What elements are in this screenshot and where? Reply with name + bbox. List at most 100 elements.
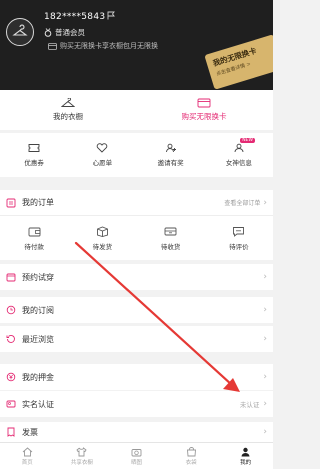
list-item-right: › (263, 305, 267, 315)
list-item-label: 发票 (22, 427, 38, 437)
orders-title: 我的订单 (22, 198, 54, 207)
wallet-icon (28, 227, 41, 236)
member-level[interactable]: 普通会员 (44, 27, 85, 38)
card-icon (48, 42, 57, 50)
order-pending-review-label: 待评价 (229, 242, 249, 251)
id-card-icon (6, 399, 16, 409)
my-wardrobe-button[interactable]: 我的衣橱 (0, 90, 136, 130)
subscription-icon (6, 305, 16, 315)
phone-number: 182****5843 (44, 12, 106, 22)
new-badge: NEW (240, 138, 255, 143)
order-pending-payment[interactable]: 待付款 (0, 216, 68, 260)
tool-invite-label: 邀请有奖 (157, 159, 184, 167)
order-pending-shipment[interactable]: 待发货 (68, 216, 136, 260)
list-item-subscription[interactable]: 我的订阅 › (0, 297, 273, 323)
chevron-right-icon: › (263, 272, 267, 282)
wardrobe-card: 我的衣橱 购买无限换卡 (0, 90, 273, 130)
nav-me-label: 我的 (240, 459, 252, 466)
list-item-recent[interactable]: 最近浏览 › (0, 326, 273, 352)
nav-shared-wardrobe-label: 共享衣橱 (70, 459, 93, 466)
hanger-icon (61, 98, 75, 107)
order-pending-receipt[interactable]: 待收货 (137, 216, 205, 260)
heart-icon (97, 143, 108, 153)
nav-photos[interactable]: 晒图 (109, 443, 164, 469)
membership-card-icon (197, 98, 211, 108)
order-status-bar: 待付款 待发货 待收货 待评价 (0, 216, 273, 260)
list-item-right: › (263, 372, 267, 382)
invite-icon (165, 143, 176, 153)
chevron-right-icon: › (263, 305, 267, 315)
my-wardrobe-label: 我的衣橱 (53, 112, 83, 121)
home-icon (22, 446, 33, 456)
nav-home-label: 首页 (21, 459, 33, 466)
nav-shared-wardrobe[interactable]: 共享衣橱 (55, 443, 110, 469)
truck-icon (164, 227, 177, 235)
list-item-label: 我的订阅 (22, 305, 54, 315)
nav-bag-label: 衣袋 (185, 459, 197, 466)
chevron-right-icon: › (263, 197, 267, 208)
history-icon (6, 334, 16, 344)
orders-header[interactable]: 我的订单 查看全部订单 › (0, 190, 273, 216)
wardrobe-icon (76, 446, 87, 456)
list-item-real-name[interactable]: 实名认证 未认证 › (0, 391, 273, 417)
list-item-invoice[interactable]: 发票 › (0, 422, 273, 442)
flag-icon[interactable] (107, 11, 115, 20)
list-item-label: 实名认证 (22, 399, 54, 409)
buy-unlimited-card-button[interactable]: 购买无限换卡 (136, 90, 272, 130)
nav-photos-label: 晒图 (130, 459, 142, 466)
bottom-nav: 首页 共享衣橱 晒图 衣袋 我的 (0, 442, 273, 469)
chevron-right-icon: › (263, 372, 267, 382)
tool-profile-info[interactable]: NEW 女神信息 (205, 133, 273, 177)
list-item-label: 预约试穿 (22, 272, 54, 282)
list-item-right: › (263, 334, 267, 344)
view-all-orders-label: 查看全部订单 (224, 200, 261, 207)
verification-status: 未认证 (239, 401, 260, 409)
invoice-icon (6, 427, 16, 437)
order-pending-receipt-label: 待收货 (160, 242, 181, 251)
profile-icon (234, 143, 244, 153)
member-level-label: 普通会员 (55, 28, 85, 37)
bag-icon (186, 446, 196, 456)
list-item-label: 我的押金 (22, 372, 54, 382)
tool-profile-info-label: 女神信息 (225, 159, 252, 167)
avatar[interactable] (6, 18, 34, 46)
chevron-right-icon: › (263, 399, 267, 409)
promo-line[interactable]: 购买无限换卡享衣橱包月无限换 (48, 41, 158, 51)
order-list-icon (6, 198, 16, 207)
nav-bag[interactable]: 衣袋 (164, 443, 219, 469)
tool-coupon[interactable]: 优惠券 (0, 133, 68, 177)
order-pending-payment-label: 待付款 (24, 242, 44, 251)
chevron-right-icon: › (263, 427, 267, 437)
deposit-icon (6, 372, 16, 382)
account-page: 182****5843 普通会员 购买无限换卡享衣橱包月无限换 我的无限换卡 点… (0, 0, 273, 469)
camera-icon (131, 448, 142, 456)
box-icon (96, 226, 108, 237)
promo-text: 购买无限换卡享衣橱包月无限换 (60, 42, 158, 50)
chevron-right-icon: › (263, 334, 267, 344)
profile-header: 182****5843 普通会员 购买无限换卡享衣橱包月无限换 我的无限换卡 点… (0, 0, 273, 90)
coupon-icon (28, 144, 40, 152)
list-item-deposit[interactable]: 我的押金 › (0, 364, 273, 390)
tool-wishlist-label: 心愿单 (92, 159, 113, 167)
calendar-icon (6, 272, 16, 282)
list-item-label: 最近浏览 (22, 334, 54, 344)
list-item-right: › (263, 427, 267, 437)
tool-wishlist[interactable]: 心愿单 (68, 133, 136, 177)
nav-me[interactable]: 我的 (218, 443, 273, 469)
medal-icon (44, 28, 52, 37)
order-pending-review[interactable]: 待评价 (205, 216, 273, 260)
view-all-orders-link[interactable]: 查看全部订单 › (224, 198, 267, 208)
comment-icon (233, 226, 245, 237)
tool-invite[interactable]: 邀请有奖 (137, 133, 205, 177)
orders-section: 我的订单 查看全部订单 › 待付款 待发货 待收货 待评价 (0, 190, 273, 260)
tool-coupon-label: 优惠券 (24, 159, 44, 167)
order-pending-shipment-label: 待发货 (92, 242, 113, 251)
list-item-right: › (263, 272, 267, 282)
vip-card[interactable]: 我的无限换卡 点击查看详情 > (204, 34, 273, 90)
list-item-right: 未认证 › (240, 399, 267, 409)
hanger-avatar-icon (12, 24, 28, 36)
nav-home[interactable]: 首页 (0, 443, 55, 469)
user-icon (241, 447, 250, 456)
buy-unlimited-card-label: 购买无限换卡 (181, 112, 227, 121)
list-item-reservation[interactable]: 预约试穿 › (0, 264, 273, 290)
